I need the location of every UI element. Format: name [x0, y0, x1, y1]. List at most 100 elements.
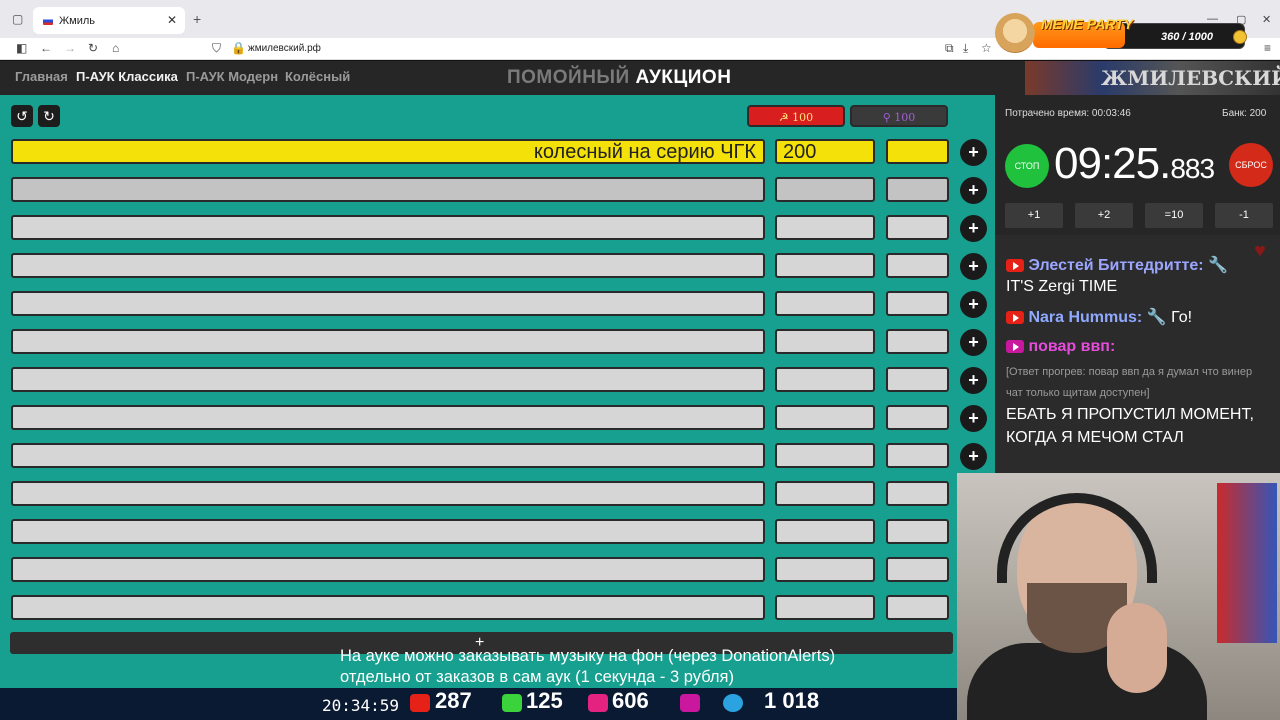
minus-1-button[interactable]: -1 [1215, 203, 1273, 228]
close-tab-icon[interactable]: ✕ [167, 13, 177, 27]
lot-amount-field[interactable] [775, 215, 875, 240]
webcam-feed [957, 473, 1280, 720]
vk-viewers: 606 [612, 688, 649, 713]
lot-name-field[interactable] [11, 519, 765, 544]
lot-amount-field[interactable]: 200 [775, 139, 875, 164]
lot-name-field[interactable] [11, 595, 765, 620]
lot-amount-field[interactable] [775, 443, 875, 468]
add-to-lot-button[interactable]: + [960, 443, 987, 470]
reload-icon[interactable]: ↻ [88, 41, 98, 55]
lot-name-field[interactable] [11, 291, 765, 316]
lot-extra-field[interactable] [886, 519, 949, 544]
chat-username: Элестей Биттедритте: [1028, 257, 1204, 274]
lot-extra-field[interactable] [886, 215, 949, 240]
tab-title: Жмиль [59, 14, 96, 27]
lot-extra-field[interactable] [886, 291, 949, 316]
browser-tab[interactable]: Жмиль ✕ [33, 7, 185, 34]
add-to-lot-button[interactable]: + [960, 367, 987, 394]
lot-name-field[interactable] [11, 481, 765, 506]
lot-amount-field[interactable] [775, 177, 875, 202]
clock: 20:34:59 [322, 696, 400, 715]
download-icon[interactable]: ⤓ [963, 41, 968, 56]
lot-extra-field[interactable] [886, 443, 949, 468]
nav-modern[interactable]: П-АУК Модерн [186, 69, 278, 84]
timer-main: 09:25. [1054, 139, 1171, 188]
lot-extra-field[interactable] [886, 481, 949, 506]
lot-amount-field[interactable] [775, 595, 875, 620]
nav-wheel[interactable]: Колёсный [285, 69, 350, 84]
reset-button[interactable]: СБРОС [1229, 143, 1273, 187]
lot-extra-field[interactable] [886, 139, 949, 164]
add-1-button[interactable]: +1 [1005, 203, 1063, 228]
chat-message-text: ЕБАТЬ Я ПРОПУСТИЛ МОМЕНТ, КОГДА Я МЕЧОМ … [1006, 406, 1254, 446]
nav-home[interactable]: Главная [15, 69, 68, 84]
add-to-lot-button[interactable]: + [960, 139, 987, 166]
add-to-lot-button[interactable]: + [960, 329, 987, 356]
bank-total: Банк: 200 [1222, 108, 1267, 119]
lot-name-field[interactable]: колесный на серию ЧГК [11, 139, 765, 164]
streamer-hand [1107, 603, 1167, 693]
lot-extra-field[interactable] [886, 405, 949, 430]
tab-sidebar-icon[interactable]: ▢ [12, 12, 23, 26]
info-text: На ауке можно заказывать музыку на фон (… [340, 646, 835, 688]
lot-name-field[interactable] [11, 557, 765, 582]
lot-name-field[interactable] [11, 405, 765, 430]
sidebar-icon[interactable]: ◧ [16, 41, 27, 55]
add-to-lot-button[interactable]: + [960, 177, 987, 204]
lot-extra-field[interactable] [886, 329, 949, 354]
add-to-lot-button[interactable]: + [960, 215, 987, 242]
spent-time: Потрачено время: 00:03:46 [1005, 108, 1131, 119]
telegram-icon [723, 694, 743, 712]
lot-extra-field[interactable] [886, 177, 949, 202]
undo-button[interactable]: ↺ [11, 105, 33, 127]
budget-gray-badge[interactable]: ⚲ 100 [850, 105, 948, 127]
address-bar[interactable]: жмилевский.рф [248, 43, 321, 54]
lot-extra-field[interactable] [886, 367, 949, 392]
chat-message: повар ввп: [1006, 338, 1115, 356]
nav-classic[interactable]: П-АУК Классика [76, 69, 178, 84]
home-icon[interactable]: ⌂ [112, 41, 119, 55]
lot-name-field[interactable] [11, 177, 765, 202]
vk-live-icon [588, 694, 608, 712]
shield-icon[interactable]: ⛉ [212, 41, 221, 56]
stop-button[interactable]: СТОП [1005, 144, 1049, 188]
telegram-viewers: 1 018 [764, 688, 820, 713]
lot-name-field[interactable] [11, 215, 765, 240]
lot-extra-field[interactable] [886, 253, 949, 278]
lot-extra-field[interactable] [886, 595, 949, 620]
lot-extra-field[interactable] [886, 557, 949, 582]
lot-amount-field[interactable] [775, 557, 875, 582]
lot-name-field[interactable] [11, 253, 765, 278]
redo-button[interactable]: ↻ [38, 105, 60, 127]
lot-amount-field[interactable] [775, 481, 875, 506]
set-10-button[interactable]: =10 [1145, 203, 1203, 228]
chat-message-text: Го! [1171, 309, 1193, 326]
lot-name-field[interactable] [11, 367, 765, 392]
chat-message: Nara Hummus: 🔧 Го! [1006, 307, 1192, 327]
budget-red-badge[interactable]: ☭ 100 [747, 105, 845, 127]
youtube-viewers: 287 [435, 688, 472, 713]
info-line-1: На ауке можно заказывать музыку на фон (… [340, 647, 836, 665]
lot-amount-field[interactable] [775, 253, 875, 278]
headphones-icon [997, 493, 1157, 583]
lot-amount-field[interactable] [775, 291, 875, 316]
lot-amount-field[interactable] [775, 329, 875, 354]
add-2-button[interactable]: +2 [1075, 203, 1133, 228]
lot-name-field[interactable] [11, 329, 765, 354]
coin-icon [1233, 30, 1247, 44]
add-to-lot-button[interactable]: + [960, 253, 987, 280]
lot-amount-field[interactable] [775, 405, 875, 430]
youtube-icon [1006, 311, 1024, 325]
lot-amount-field[interactable] [775, 519, 875, 544]
new-tab-icon[interactable]: + [193, 11, 201, 27]
bookmark-icon[interactable]: ☆ [981, 41, 992, 55]
forward-icon[interactable]: → [64, 41, 76, 55]
lot-amount-field[interactable] [775, 367, 875, 392]
add-to-lot-button[interactable]: + [960, 291, 987, 318]
chat-message: Элестей Биттедритте: 🔧 [1006, 255, 1228, 275]
lot-name-field[interactable] [11, 443, 765, 468]
chat-reply: [Ответ прогрев: повар ввп да я думал что… [1006, 366, 1253, 399]
add-to-lot-button[interactable]: + [960, 405, 987, 432]
screenshot-icon[interactable]: ⧉ [945, 41, 954, 56]
back-icon[interactable]: ← [40, 41, 52, 55]
